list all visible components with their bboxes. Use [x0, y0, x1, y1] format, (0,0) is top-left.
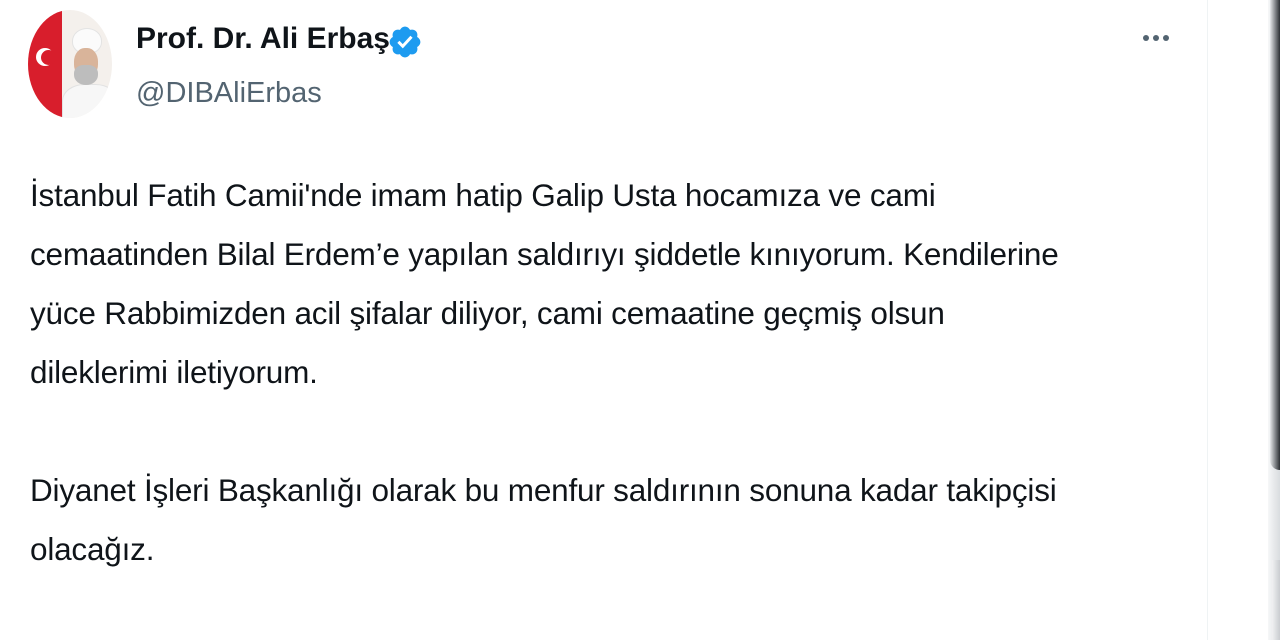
- author-handle[interactable]: @DIBAliErbas: [136, 77, 322, 110]
- tweet-paragraph: Diyanet İşleri Başkanlığı olarak bu menf…: [30, 472, 1057, 567]
- column-divider: [1207, 0, 1208, 640]
- window-edge-shadow: [1270, 0, 1280, 470]
- more-options-icon[interactable]: [1138, 26, 1174, 50]
- tweet-text: İstanbul Fatih Camii'nde imam hatip Gali…: [30, 166, 1190, 579]
- avatar[interactable]: [28, 10, 112, 118]
- tweet-card: Prof. Dr. Ali Erbaş @DIBAliErbas İstanbu…: [0, 0, 1280, 640]
- tweet-paragraph: İstanbul Fatih Camii'nde imam hatip Gali…: [30, 177, 1059, 390]
- verified-badge-icon: [389, 26, 421, 58]
- author-display-name[interactable]: Prof. Dr. Ali Erbaş: [136, 22, 390, 56]
- window-edge-lower: [1272, 560, 1280, 640]
